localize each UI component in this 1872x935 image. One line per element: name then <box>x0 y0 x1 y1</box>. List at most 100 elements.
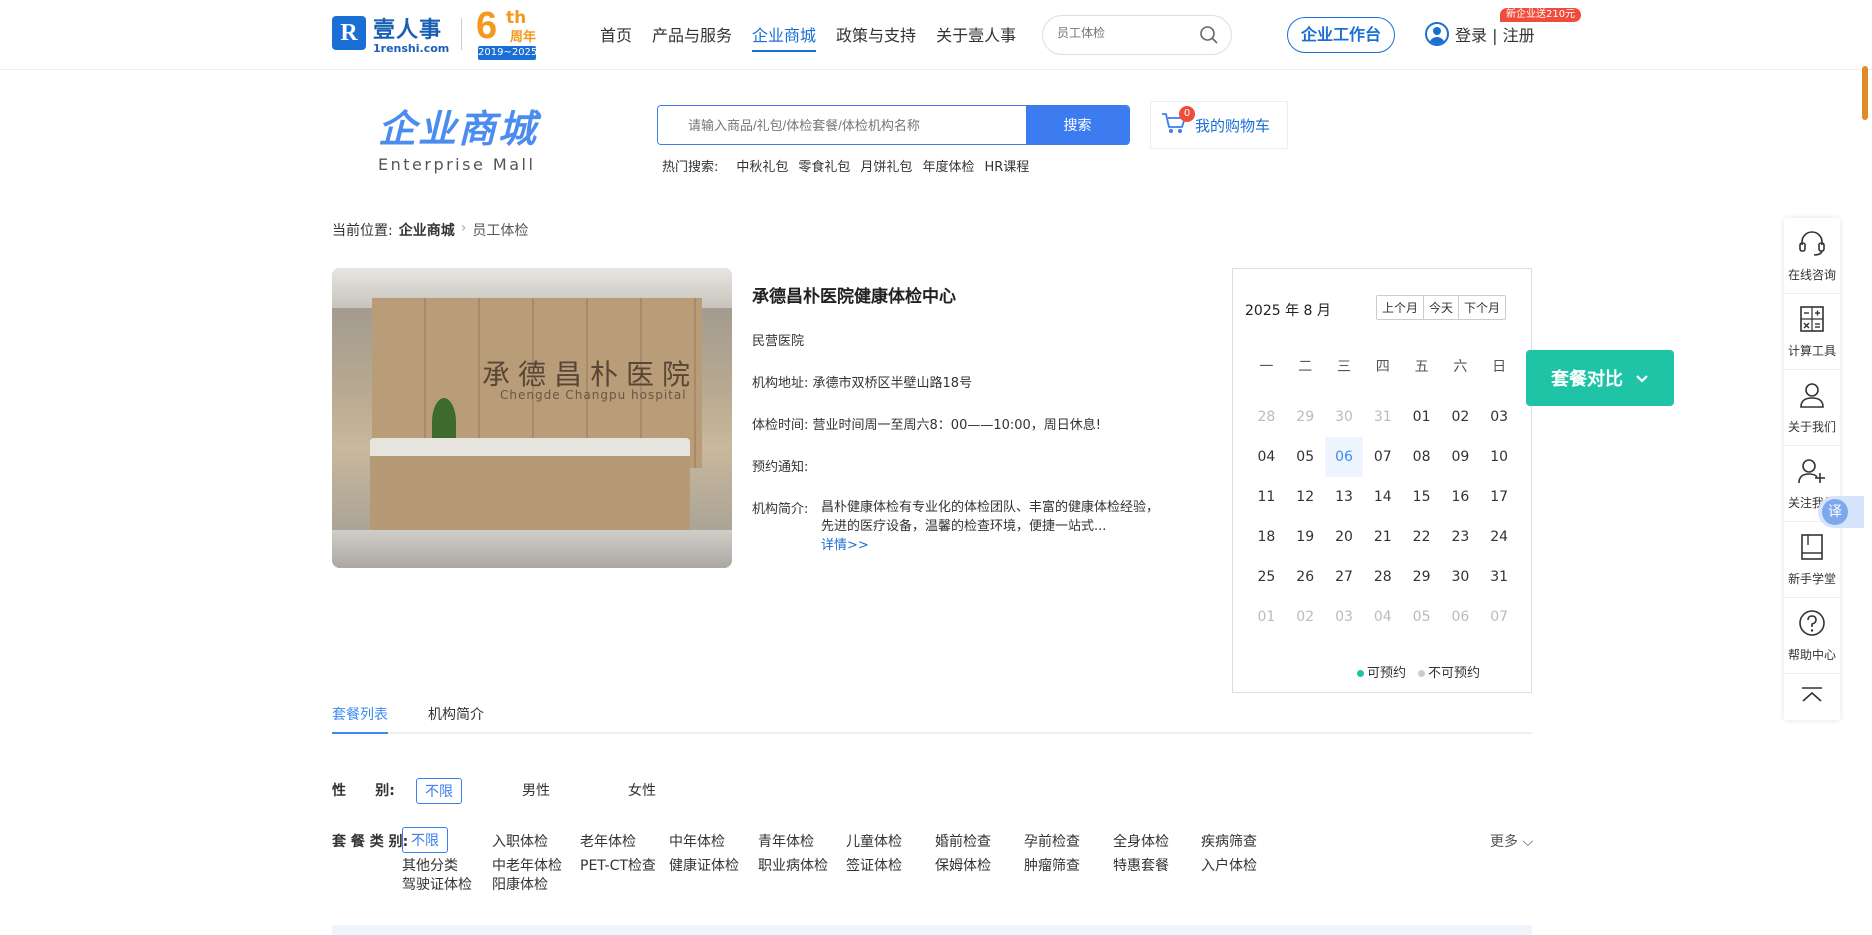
category-option[interactable]: 签证体检 <box>846 855 902 875</box>
more-filter-button[interactable]: 更多 ⌵ <box>1490 831 1533 851</box>
category-option[interactable]: 驾驶证体检 <box>402 874 472 894</box>
logo-icon[interactable]: R <box>332 16 366 50</box>
calendar-day[interactable]: 01 <box>1402 397 1441 437</box>
category-option[interactable]: 入职体检 <box>492 831 548 851</box>
category-option[interactable]: 中老年体检 <box>492 855 562 875</box>
category-option[interactable]: 儿童体检 <box>846 831 902 851</box>
calendar-day[interactable]: 09 <box>1441 437 1480 477</box>
calendar-day[interactable]: 15 <box>1402 477 1441 517</box>
category-option[interactable]: 中年体检 <box>669 831 725 851</box>
calendar-day[interactable]: 14 <box>1363 477 1402 517</box>
calendar-day[interactable]: 12 <box>1286 477 1325 517</box>
category-option[interactable]: PET-CT检查 <box>580 855 656 875</box>
breadcrumb-mall-link[interactable]: 企业商城 <box>399 220 455 240</box>
calendar-day[interactable]: 23 <box>1441 517 1480 557</box>
category-option[interactable]: 孕前检查 <box>1024 831 1080 851</box>
category-option[interactable]: 其他分类 <box>402 855 458 875</box>
back-to-top-button[interactable] <box>1784 674 1840 718</box>
login-register-link[interactable]: 登录 | 注册 <box>1455 22 1535 46</box>
gender-option[interactable]: 男性 <box>522 780 550 800</box>
calendar-day[interactable]: 19 <box>1286 517 1325 557</box>
calendar-day[interactable]: 07 <box>1363 437 1402 477</box>
top-search-input[interactable] <box>1057 26 1187 40</box>
institution-hours-row: 体检时间: 营业时间周一至周六8：00——10:00，周日休息! <box>752 414 1101 433</box>
calendar-day[interactable]: 29 <box>1402 557 1441 597</box>
category-option[interactable]: 职业病体检 <box>758 855 828 875</box>
gender-option[interactable]: 女性 <box>628 780 656 800</box>
prev-month-button[interactable]: 上个月 <box>1377 296 1425 319</box>
tab-package-list[interactable]: 套餐列表 <box>332 704 388 734</box>
sidebar-item-calculator[interactable]: 计算工具 <box>1784 294 1840 370</box>
calendar-day[interactable]: 13 <box>1325 477 1364 517</box>
sidebar-item-about[interactable]: 关于我们 <box>1784 370 1840 446</box>
package-compare-button[interactable]: 套餐对比 <box>1526 350 1674 406</box>
nav-item-products[interactable]: 产品与服务 <box>652 22 732 52</box>
hours-value: 营业时间周一至周六8：00——10:00，周日休息! <box>812 418 1102 433</box>
page-scrollbar[interactable] <box>1862 66 1868 120</box>
mall-title: 企业商城 Enterprise Mall <box>378 98 538 174</box>
category-option[interactable]: 疾病筛查 <box>1201 831 1257 851</box>
sidebar-item-school[interactable]: 新手学堂 <box>1784 522 1840 598</box>
nav-item-mall[interactable]: 企业商城 <box>752 22 817 52</box>
translate-button[interactable]: 译 <box>1818 496 1864 528</box>
tab-institution-intro[interactable]: 机构简介 <box>428 704 484 732</box>
calendar-day[interactable]: 18 <box>1247 517 1286 557</box>
category-option[interactable]: 肿瘤筛查 <box>1024 855 1080 875</box>
category-option[interactable]: 老年体检 <box>580 831 636 851</box>
calendar-day[interactable]: 25 <box>1247 557 1286 597</box>
breadcrumb: 当前位置: 企业商城 › 员工体检 <box>332 220 528 240</box>
hot-search-item[interactable]: HR课程 <box>984 156 1029 175</box>
hot-search-item[interactable]: 年度体检 <box>922 156 974 175</box>
category-option[interactable]: 不限 <box>402 827 448 853</box>
calendar-day[interactable]: 03 <box>1480 397 1519 437</box>
nav-item-policy[interactable]: 政策与支持 <box>836 22 916 52</box>
calendar-day[interactable]: 22 <box>1402 517 1441 557</box>
category-option[interactable]: 阳康体检 <box>492 874 548 894</box>
intro-more-link[interactable]: 详情>> <box>821 538 869 553</box>
gender-option[interactable]: 不限 <box>416 778 462 804</box>
calendar-day[interactable]: 02 <box>1441 397 1480 437</box>
workbench-button[interactable]: 企业工作台 <box>1287 17 1395 53</box>
nav-item-home[interactable]: 首页 <box>600 22 632 52</box>
category-option[interactable]: 健康证体检 <box>669 855 739 875</box>
category-option[interactable]: 特惠套餐 <box>1113 855 1169 875</box>
calendar-day[interactable]: 28 <box>1363 557 1402 597</box>
weekday-header: 一 <box>1259 359 1274 375</box>
cart-label: 我的购物车 <box>1195 116 1271 135</box>
search-icon[interactable] <box>1199 25 1219 49</box>
calendar-day[interactable]: 26 <box>1286 557 1325 597</box>
category-option[interactable]: 全身体检 <box>1113 831 1169 851</box>
today-button[interactable]: 今天 <box>1424 296 1460 319</box>
category-option[interactable]: 青年体检 <box>758 831 814 851</box>
calendar-day[interactable]: 30 <box>1441 557 1480 597</box>
mall-search-input[interactable] <box>658 106 1026 144</box>
hot-search-item[interactable]: 零食礼包 <box>798 156 850 175</box>
logo-en: 1renshi.com <box>373 42 450 55</box>
calendar-day[interactable]: 17 <box>1480 477 1519 517</box>
intro-text: 昌朴健康体检有专业化的体检团队、丰富的健康体检经验，先进的医疗设备，温馨的检查环… <box>821 500 1160 534</box>
cart-button[interactable]: 0 我的购物车 <box>1150 101 1288 149</box>
logo[interactable]: 壹人事 1renshi.com <box>373 12 449 55</box>
calendar-day[interactable]: 08 <box>1402 437 1441 477</box>
category-option[interactable]: 入户体检 <box>1201 855 1257 875</box>
category-option[interactable]: 保姆体检 <box>935 855 991 875</box>
calendar-day[interactable]: 21 <box>1363 517 1402 557</box>
nav-item-about[interactable]: 关于壹人事 <box>936 22 1016 52</box>
calendar-day[interactable]: 11 <box>1247 477 1286 517</box>
calendar-day[interactable]: 10 <box>1480 437 1519 477</box>
calendar-day-today[interactable]: 06 <box>1324 437 1364 477</box>
category-option[interactable]: 婚前检查 <box>935 831 991 851</box>
calendar-day[interactable]: 27 <box>1325 557 1364 597</box>
calendar-day[interactable]: 20 <box>1325 517 1364 557</box>
sidebar-item-consult[interactable]: 在线咨询 <box>1784 218 1840 294</box>
calendar-day[interactable]: 16 <box>1441 477 1480 517</box>
calendar-day[interactable]: 24 <box>1480 517 1519 557</box>
calendar-day[interactable]: 04 <box>1247 437 1286 477</box>
calendar-day[interactable]: 31 <box>1480 557 1519 597</box>
next-month-button[interactable]: 下个月 <box>1459 296 1505 319</box>
calendar-day[interactable]: 05 <box>1286 437 1325 477</box>
sidebar-item-help[interactable]: 帮助中心 <box>1784 598 1840 674</box>
hot-search-item[interactable]: 中秋礼包 <box>736 156 788 175</box>
mall-search-button[interactable]: 搜索 <box>1026 106 1129 144</box>
hot-search-item[interactable]: 月饼礼包 <box>860 156 912 175</box>
